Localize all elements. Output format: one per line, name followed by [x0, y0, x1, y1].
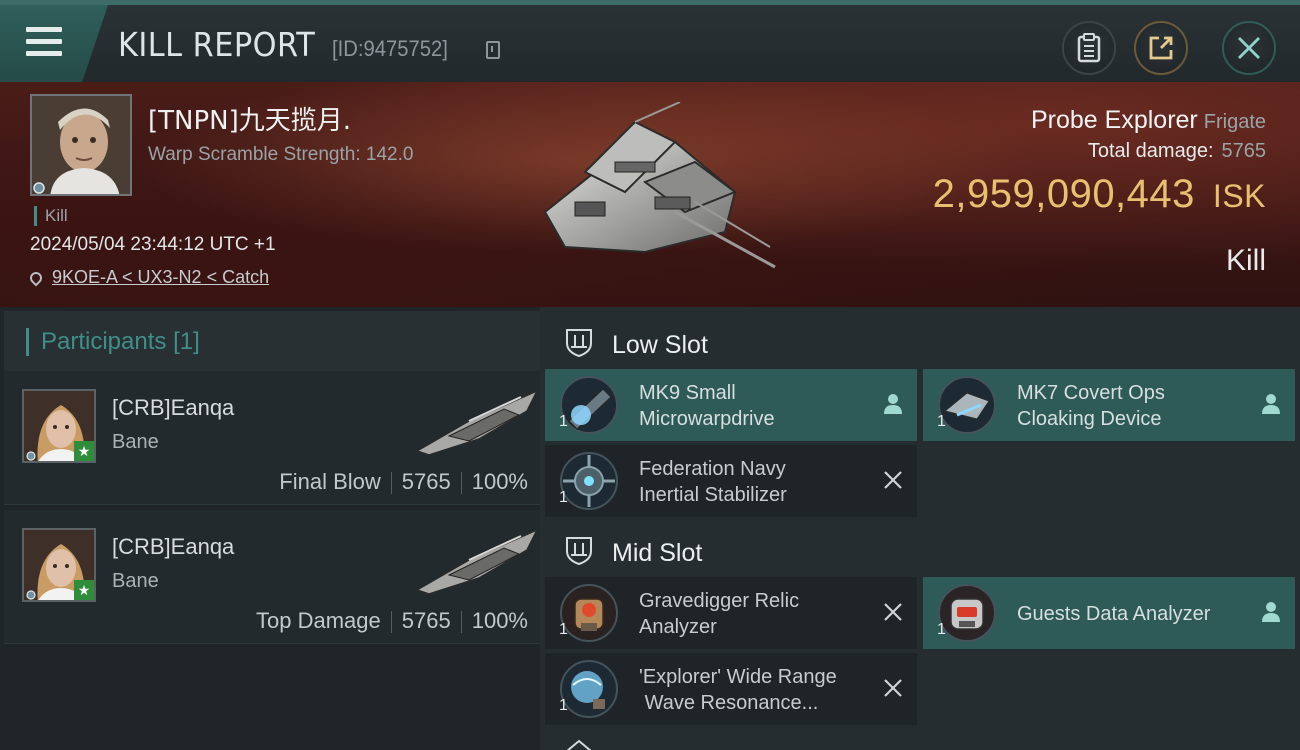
page-title: KILL REPORT — [118, 25, 316, 64]
kill-tag: Kill — [34, 206, 68, 226]
module-item[interactable]: 1 MK9 Small Microwarpdrive — [545, 369, 917, 441]
location-pin-icon — [27, 269, 45, 287]
ship-class: Frigate — [1203, 111, 1266, 133]
menu-icon — [26, 27, 62, 57]
star-icon: ★ — [74, 441, 94, 461]
kill-location[interactable]: 9KOE-A < UX3-N2 < Catch — [27, 267, 269, 288]
kill-banner: [TNPN]九天揽月. Warp Scramble Strength: 142.… — [0, 82, 1300, 307]
close-icon — [1238, 37, 1260, 59]
module-name: 'Explorer' Wide Range Wave Resonance... — [639, 666, 837, 714]
isk-amount: 2,959,090,443 — [932, 172, 1195, 216]
participants-label: Participants [1] — [26, 328, 200, 356]
participant-ship: Bane — [112, 431, 159, 453]
kill-type-label: Kill — [1225, 244, 1266, 277]
pilot-icon[interactable] — [883, 393, 903, 415]
participant-damage: 5765 — [401, 469, 451, 494]
module-name: Guests Data Analyzer — [1017, 603, 1211, 625]
close-button[interactable] — [1222, 21, 1276, 75]
low-slot-header: Low Slot — [544, 313, 1300, 371]
total-damage-value: 5765 — [1221, 140, 1267, 162]
module-quantity: 1 — [559, 489, 568, 506]
participant-avatar[interactable]: ★ — [22, 528, 96, 602]
share-icon — [1149, 36, 1173, 60]
destroyed-icon[interactable] — [883, 601, 903, 623]
module-quantity: 1 — [559, 621, 568, 638]
participant-name[interactable]: [CRB]Eanqa — [112, 534, 234, 560]
participants-title: Participants — [41, 328, 167, 355]
low-slot-label: Low Slot — [612, 331, 708, 359]
header-bar: KILL REPORT [ID:9475752] — [0, 0, 1300, 82]
module-name: MK7 Covert Ops Cloaking Device — [1017, 382, 1165, 430]
participant-ship-image — [415, 528, 539, 595]
star-icon: ★ — [74, 580, 94, 600]
victim-portrait — [32, 96, 130, 194]
relic-analyzer-icon — [560, 584, 618, 642]
total-damage: Total damage: 5765 — [1088, 140, 1266, 163]
module-quantity: 1 — [559, 413, 568, 430]
participant-percent: 100% — [471, 469, 528, 494]
participant-row[interactable]: ★ [CRB]Eanqa Bane Final Blow 5765 100% — [4, 371, 540, 505]
location-link[interactable]: 9KOE-A < UX3-N2 < Catch — [52, 267, 269, 287]
participant-ship: Bane — [112, 570, 159, 592]
data-analyzer-icon — [938, 584, 996, 642]
module-item[interactable]: 1 Gravedigger Relic Analyzer — [545, 577, 917, 649]
participants-header: Participants [1] — [4, 311, 540, 371]
mid-slot-icon — [566, 537, 592, 565]
participant-ship-image — [415, 389, 539, 456]
module-item[interactable]: 1 'Explorer' Wide Range Wave Resonance..… — [545, 653, 917, 725]
victim-ship-name[interactable]: Probe Explorer Frigate — [1031, 106, 1266, 135]
pilot-icon[interactable] — [1261, 393, 1281, 415]
participant-row[interactable]: ★ [CRB]Eanqa Bane Top Damage 5765 100% — [4, 510, 540, 644]
participant-stats: Final Blow 5765 100% — [279, 469, 528, 495]
fitting-panel: Low Slot 1 MK9 Small Microwarpdrive 1 MK7… — [540, 307, 1300, 750]
report-id: [ID:9475752] — [332, 36, 448, 61]
victim-ship-image — [543, 102, 776, 269]
participants-panel: Participants [1] ★ [CRB]Eanqa Bane Final… — [0, 307, 540, 750]
cloaking-device-icon — [938, 376, 996, 434]
participant-damage: 5765 — [401, 608, 451, 633]
ship-name-text: Probe Explorer — [1031, 106, 1198, 134]
module-quantity: 1 — [937, 413, 946, 430]
kill-datetime: 2024/05/04 23:44:12 UTC +1 — [30, 234, 276, 255]
module-item[interactable]: 1 Federation Navy Inertial Stabilizer — [545, 445, 917, 517]
low-slot-icon — [566, 329, 592, 357]
module-item[interactable]: 1 Guests Data Analyzer — [923, 577, 1295, 649]
clipboard-icon — [1077, 33, 1101, 63]
isk-unit: ISK — [1212, 178, 1266, 214]
module-item[interactable]: 1 MK7 Covert Ops Cloaking Device — [923, 369, 1295, 441]
isk-value: 2,959,090,443 ISK — [933, 172, 1266, 217]
participant-percent: 100% — [471, 608, 528, 633]
destroyed-icon[interactable] — [883, 469, 903, 491]
microwarpdrive-icon — [560, 376, 618, 434]
participant-stats: Top Damage 5765 100% — [256, 608, 528, 634]
victim-avatar[interactable] — [30, 94, 132, 196]
participant-role: Final Blow — [279, 469, 381, 494]
victim-name[interactable]: [TNPN]九天揽月. — [148, 100, 351, 137]
module-quantity: 1 — [937, 621, 946, 638]
destroyed-icon[interactable] — [883, 677, 903, 699]
wave-resonance-icon — [560, 660, 618, 718]
share-button[interactable] — [1134, 21, 1188, 75]
module-quantity: 1 — [559, 697, 568, 714]
mid-slot-label: Mid Slot — [612, 539, 703, 567]
module-name: Federation Navy Inertial Stabilizer — [639, 458, 787, 506]
clipboard-button[interactable] — [1062, 21, 1116, 75]
menu-button[interactable] — [0, 5, 108, 82]
next-slot-icon — [566, 739, 592, 750]
module-name: MK9 Small Microwarpdrive — [639, 382, 775, 430]
warp-scramble-strength: Warp Scramble Strength: 142.0 — [148, 144, 414, 165]
copy-icon[interactable] — [486, 41, 500, 59]
participant-avatar[interactable]: ★ — [22, 389, 96, 463]
participants-count: [1] — [173, 328, 200, 355]
module-name: Gravedigger Relic Analyzer — [639, 590, 800, 638]
pilot-icon[interactable] — [1261, 601, 1281, 623]
total-damage-label: Total damage: — [1087, 140, 1214, 162]
inertial-stabilizer-icon — [560, 452, 618, 510]
participant-name[interactable]: [CRB]Eanqa — [112, 395, 234, 421]
mid-slot-header: Mid Slot — [544, 521, 1300, 579]
participant-role: Top Damage — [256, 608, 381, 633]
